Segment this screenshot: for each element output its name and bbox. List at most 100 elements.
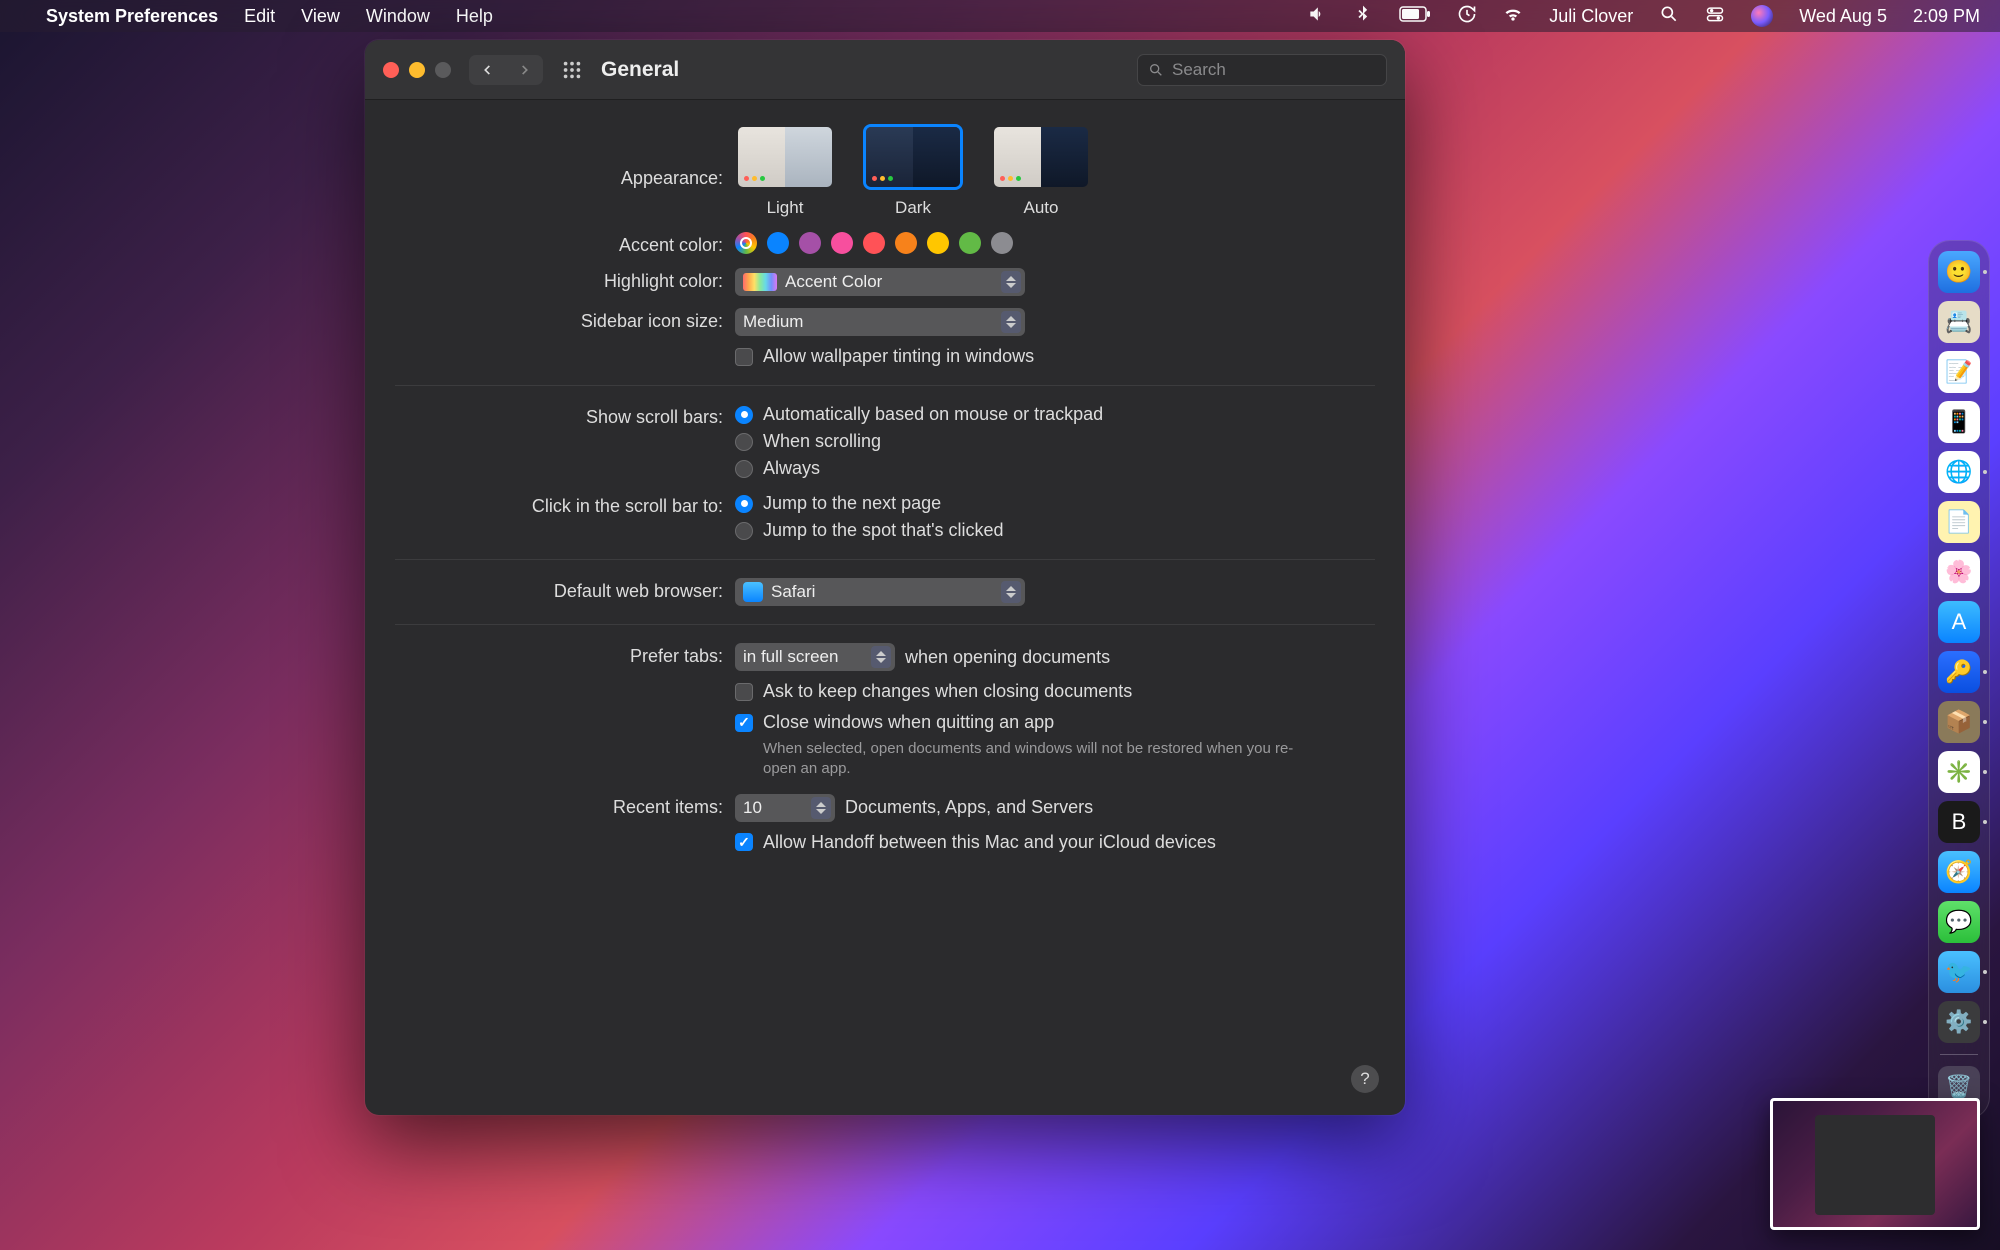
preferences-window: General Search Appearance: Light Dark <box>365 40 1405 1115</box>
highlight-color-swatch <box>743 273 777 291</box>
window-title: General <box>601 58 679 82</box>
accent-yellow[interactable] <box>927 232 949 254</box>
wifi-icon[interactable] <box>1503 4 1523 29</box>
ask-keep-label: Ask to keep changes when closing documen… <box>763 681 1132 702</box>
show-all-button[interactable] <box>557 55 587 85</box>
highlight-select[interactable]: Accent Color <box>735 268 1025 296</box>
scroll-auto-label: Automatically based on mouse or trackpad <box>763 404 1103 425</box>
dock-simulator[interactable]: 📱 <box>1938 401 1980 443</box>
menu-help[interactable]: Help <box>456 6 493 27</box>
minimize-button[interactable] <box>409 62 425 78</box>
close-windows-note: When selected, open documents and window… <box>763 739 1303 780</box>
tabs-value: in full screen <box>743 647 838 667</box>
menubar-user[interactable]: Juli Clover <box>1549 6 1633 27</box>
sidebar-size-select[interactable]: Medium <box>735 308 1025 336</box>
appearance-light-label: Light <box>767 198 804 218</box>
browser-select[interactable]: Safari <box>735 578 1025 606</box>
dock-reminders[interactable]: 📝 <box>1938 351 1980 393</box>
ask-keep-checkbox[interactable] <box>735 683 753 701</box>
accent-purple[interactable] <box>799 232 821 254</box>
tabs-suffix: when opening documents <box>905 647 1110 668</box>
dock-contacts[interactable]: 📇 <box>1938 301 1980 343</box>
dock-slack[interactable]: ✳️ <box>1938 751 1980 793</box>
chevron-updown-icon <box>871 646 891 668</box>
dock-photos[interactable]: 🌸 <box>1938 551 1980 593</box>
divider <box>395 559 1375 560</box>
scrollclick-page-radio[interactable] <box>735 495 753 513</box>
menubar-date[interactable]: Wed Aug 5 <box>1799 6 1887 27</box>
scrollclick-page-label: Jump to the next page <box>763 493 941 514</box>
menu-edit[interactable]: Edit <box>244 6 275 27</box>
bluetooth-icon[interactable] <box>1353 4 1373 29</box>
accent-orange[interactable] <box>895 232 917 254</box>
menu-view[interactable]: View <box>301 6 340 27</box>
scroll-always-radio[interactable] <box>735 460 753 478</box>
nav-buttons <box>469 55 543 85</box>
scrollbars-label: Show scroll bars: <box>395 404 735 428</box>
dock-notes[interactable]: 📄 <box>1938 501 1980 543</box>
scroll-auto-radio[interactable] <box>735 406 753 424</box>
dock-tweetbot[interactable]: 🐦 <box>1938 951 1980 993</box>
volume-icon[interactable] <box>1307 4 1327 29</box>
appearance-auto[interactable]: Auto <box>991 124 1091 218</box>
browser-value: Safari <box>771 582 815 602</box>
search-icon <box>1148 62 1164 78</box>
battery-icon[interactable] <box>1399 6 1431 27</box>
recent-select[interactable]: 10 <box>735 794 835 822</box>
close-button[interactable] <box>383 62 399 78</box>
appearance-dark-label: Dark <box>895 198 931 218</box>
accent-pink[interactable] <box>831 232 853 254</box>
dock-finder[interactable]: 🙂 <box>1938 251 1980 293</box>
titlebar: General Search <box>365 40 1405 100</box>
spotlight-icon[interactable] <box>1659 4 1679 29</box>
dock-messages[interactable]: 💬 <box>1938 901 1980 943</box>
back-button[interactable] <box>469 55 505 85</box>
dock-appstore[interactable]: A <box>1938 601 1980 643</box>
tabs-select[interactable]: in full screen <box>735 643 895 671</box>
accent-green[interactable] <box>959 232 981 254</box>
dock-separator <box>1940 1054 1978 1055</box>
dock-bold-app[interactable]: B <box>1938 801 1980 843</box>
wallpaper-tint-checkbox[interactable] <box>735 348 753 366</box>
chevron-updown-icon <box>1001 271 1021 293</box>
accent-blue[interactable] <box>767 232 789 254</box>
handoff-checkbox[interactable] <box>735 833 753 851</box>
scrollclick-spot-label: Jump to the spot that's clicked <box>763 520 1004 541</box>
accent-multicolor[interactable] <box>735 232 757 254</box>
chevron-updown-icon <box>1001 311 1021 333</box>
menu-window[interactable]: Window <box>366 6 430 27</box>
accent-red[interactable] <box>863 232 885 254</box>
close-windows-label: Close windows when quitting an app <box>763 712 1054 733</box>
appearance-dark[interactable]: Dark <box>863 124 963 218</box>
appearance-label: Appearance: <box>395 124 735 189</box>
controlcenter-icon[interactable] <box>1705 4 1725 29</box>
dock-chrome[interactable]: 🌐 <box>1938 451 1980 493</box>
appearance-auto-label: Auto <box>1024 198 1059 218</box>
window-controls <box>383 62 451 78</box>
highlight-label: Highlight color: <box>395 268 735 292</box>
appearance-light[interactable]: Light <box>735 124 835 218</box>
browser-label: Default web browser: <box>395 578 735 602</box>
scrollclick-spot-radio[interactable] <box>735 522 753 540</box>
menubar-time[interactable]: 2:09 PM <box>1913 6 1980 27</box>
help-button[interactable]: ? <box>1351 1065 1379 1093</box>
dock-1password[interactable]: 🔑 <box>1938 651 1980 693</box>
handoff-label: Allow Handoff between this Mac and your … <box>763 832 1216 853</box>
wallpaper-tint-label: Allow wallpaper tinting in windows <box>763 346 1034 367</box>
divider <box>395 385 1375 386</box>
timemachine-icon[interactable] <box>1457 4 1477 29</box>
search-input[interactable]: Search <box>1137 54 1387 86</box>
accent-graphite[interactable] <box>991 232 1013 254</box>
scrollclick-label: Click in the scroll bar to: <box>395 493 735 517</box>
siri-icon[interactable] <box>1751 5 1773 27</box>
dock-sysprefs[interactable]: ⚙️ <box>1938 1001 1980 1043</box>
tabs-label: Prefer tabs: <box>395 643 735 667</box>
screen-preview[interactable] <box>1770 1098 1980 1230</box>
scroll-when-radio[interactable] <box>735 433 753 451</box>
app-menu[interactable]: System Preferences <box>46 6 218 27</box>
zoom-button[interactable] <box>435 62 451 78</box>
close-windows-checkbox[interactable] <box>735 714 753 732</box>
dock-package[interactable]: 📦 <box>1938 701 1980 743</box>
dock-safari[interactable]: 🧭 <box>1938 851 1980 893</box>
search-placeholder: Search <box>1172 60 1226 80</box>
